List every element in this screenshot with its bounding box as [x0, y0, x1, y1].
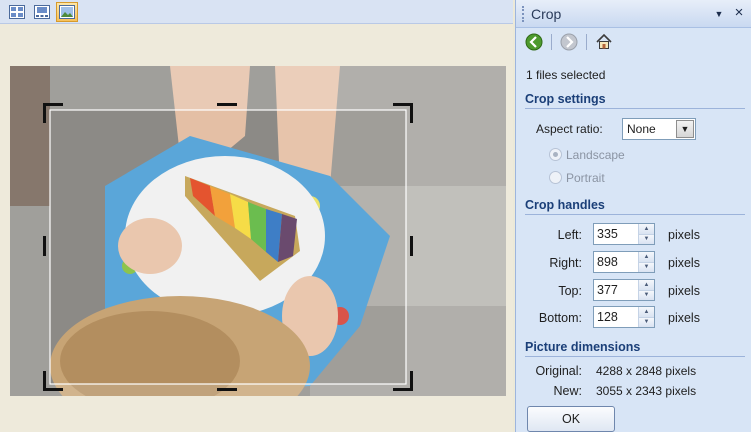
- aspect-ratio-value: None: [627, 122, 656, 136]
- right-unit: pixels: [668, 256, 700, 270]
- filmstrip-view-icon: [34, 5, 50, 19]
- back-arrow-icon: [525, 33, 543, 51]
- right-increment-icon[interactable]: ▲: [639, 252, 654, 263]
- top-handle-label: Top:: [558, 284, 582, 298]
- crop-handle-top-right[interactable]: [393, 103, 413, 123]
- bottom-decrement-icon[interactable]: ▼: [639, 317, 654, 327]
- left-increment-icon[interactable]: ▲: [639, 224, 654, 235]
- left-handle-value[interactable]: 335: [597, 227, 618, 241]
- crop-handle-top-left[interactable]: [43, 103, 63, 123]
- landscape-radio[interactable]: [549, 148, 562, 161]
- landscape-label: Landscape: [566, 148, 625, 162]
- top-decrement-icon[interactable]: ▼: [639, 290, 654, 300]
- crop-handle-right[interactable]: [410, 236, 413, 256]
- back-button[interactable]: [524, 32, 544, 52]
- pane-menu-dropdown-icon[interactable]: ▼: [712, 8, 726, 20]
- left-handle-spinner[interactable]: 335 ▲ ▼: [593, 223, 655, 245]
- new-dimensions-label: New:: [553, 384, 582, 398]
- bottom-increment-icon[interactable]: ▲: [639, 307, 654, 318]
- task-pane-header: Crop ▼ ×: [516, 0, 751, 28]
- crop-handle-bottom-right[interactable]: [393, 371, 413, 391]
- crop-handle-bottom-left[interactable]: [43, 371, 63, 391]
- thumbnails-view-icon: [9, 5, 25, 19]
- photo-canvas[interactable]: [10, 66, 506, 396]
- top-handle-value[interactable]: 377: [597, 283, 618, 297]
- crop-settings-heading: Crop settings: [525, 92, 745, 109]
- pane-navigation: [524, 32, 614, 52]
- aspect-ratio-label: Aspect ratio:: [536, 122, 603, 136]
- left-unit: pixels: [668, 228, 700, 242]
- right-decrement-icon[interactable]: ▼: [639, 262, 654, 272]
- forward-arrow-icon: [560, 33, 578, 51]
- home-button[interactable]: [594, 32, 614, 52]
- right-handle-spinner[interactable]: 898 ▲ ▼: [593, 251, 655, 273]
- portrait-label: Portrait: [566, 171, 605, 185]
- home-icon: [596, 33, 612, 49]
- new-dimensions-value: 3055 x 2343 pixels: [596, 384, 697, 398]
- single-picture-view-button[interactable]: [56, 2, 78, 22]
- portrait-radio[interactable]: [549, 171, 562, 184]
- thumbnails-view-button[interactable]: [6, 2, 28, 22]
- crop-handle-bottom[interactable]: [217, 388, 237, 391]
- picture-editor-area: [0, 0, 513, 432]
- pane-grip-handle[interactable]: [522, 6, 525, 22]
- bottom-handle-value[interactable]: 128: [597, 310, 618, 324]
- view-toolbar: [0, 0, 513, 24]
- original-dimensions-label: Original:: [535, 364, 582, 378]
- aspect-ratio-select[interactable]: None ▼: [622, 118, 696, 140]
- pane-title: Crop: [531, 6, 562, 22]
- bottom-handle-spinner[interactable]: 128 ▲ ▼: [593, 306, 655, 328]
- right-handle-value[interactable]: 898: [597, 255, 618, 269]
- chevron-down-icon[interactable]: ▼: [676, 120, 694, 138]
- crop-handles-heading: Crop handles: [525, 198, 745, 215]
- ok-button[interactable]: OK: [527, 406, 615, 432]
- right-handle-label: Right:: [549, 256, 582, 270]
- bottom-handle-label: Bottom:: [538, 311, 582, 325]
- crop-handle-left[interactable]: [43, 236, 46, 256]
- top-increment-icon[interactable]: ▲: [639, 280, 654, 291]
- filmstrip-view-button[interactable]: [31, 2, 53, 22]
- forward-button[interactable]: [559, 32, 579, 52]
- close-icon[interactable]: ×: [732, 5, 746, 21]
- top-unit: pixels: [668, 284, 700, 298]
- left-handle-label: Left:: [557, 228, 582, 242]
- files-selected-count: 1 files selected: [526, 68, 606, 82]
- single-picture-view-icon: [59, 5, 75, 19]
- original-dimensions-value: 4288 x 2848 pixels: [596, 364, 697, 378]
- child-eating-rainbow-cake-photo: [10, 66, 506, 396]
- top-handle-spinner[interactable]: 377 ▲ ▼: [593, 279, 655, 301]
- left-decrement-icon[interactable]: ▼: [639, 234, 654, 244]
- picture-dimensions-heading: Picture dimensions: [525, 340, 745, 357]
- crop-handle-top[interactable]: [217, 103, 237, 106]
- bottom-unit: pixels: [668, 311, 700, 325]
